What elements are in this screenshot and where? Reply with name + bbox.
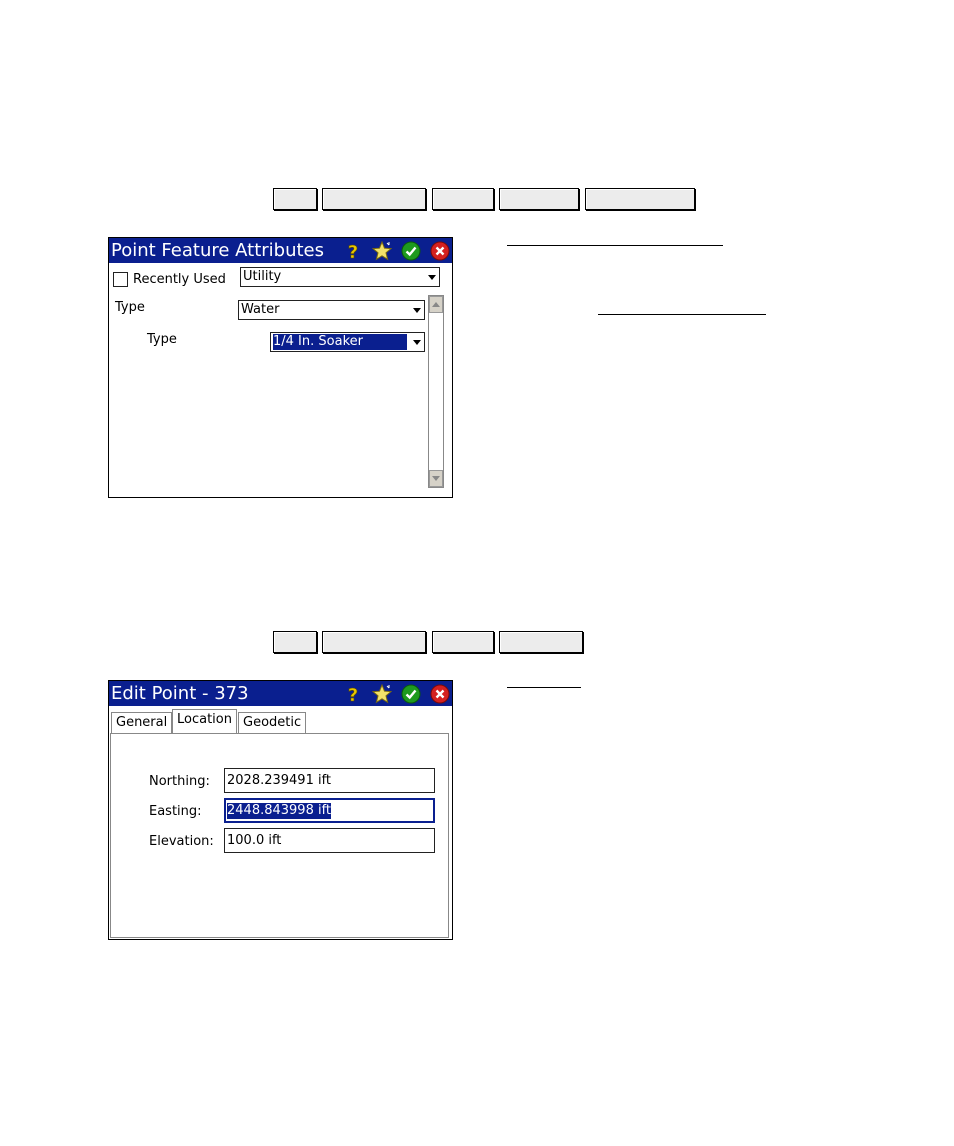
scroll-down-button[interactable] xyxy=(429,470,443,487)
svg-text:?: ? xyxy=(347,242,357,261)
favorite-star-icon[interactable] xyxy=(371,240,392,261)
elevation-field[interactable]: 100.0 ift xyxy=(224,828,435,853)
easting-value: 2448.843998 ift xyxy=(227,803,332,819)
elevation-value: 100.0 ift xyxy=(227,833,282,848)
breadcrumb-button-2[interactable] xyxy=(322,188,426,210)
tab-geodetic[interactable]: Geodetic xyxy=(238,712,307,733)
dialog-title: Edit Point - 373 xyxy=(111,683,249,704)
edit-point-dialog: Edit Point - 373 ? General Location Geod… xyxy=(108,680,453,940)
type-dropdown[interactable]: Water xyxy=(238,300,425,320)
category-dropdown[interactable]: Utility xyxy=(240,267,440,287)
recently-used-checkbox[interactable] xyxy=(113,272,128,287)
scroll-down-icon xyxy=(432,476,440,481)
tab-location-label: Location xyxy=(177,712,232,727)
vertical-scrollbar[interactable] xyxy=(428,295,444,488)
dialog-title: Point Feature Attributes xyxy=(111,240,325,261)
chevron-down-icon xyxy=(413,340,421,345)
dialog-title-bar: Point Feature Attributes ? xyxy=(109,238,452,263)
breadcrumb-button-3[interactable] xyxy=(432,188,494,210)
elevation-label: Elevation: xyxy=(149,834,214,849)
breadcrumb-button-8[interactable] xyxy=(432,631,494,653)
help-icon[interactable]: ? xyxy=(342,683,363,704)
type-label: Type xyxy=(115,300,145,315)
northing-label: Northing: xyxy=(149,774,210,789)
recently-used-label: Recently Used xyxy=(133,272,226,287)
reference-link-3[interactable] xyxy=(507,687,581,688)
point-feature-attributes-dialog: Point Feature Attributes ? Recently Used… xyxy=(108,237,453,498)
easting-field[interactable]: 2448.843998 ift xyxy=(224,798,435,823)
dialog-title-bar: Edit Point - 373 ? xyxy=(109,681,452,706)
breadcrumb-button-5[interactable] xyxy=(585,188,695,210)
ok-check-icon[interactable] xyxy=(400,683,421,704)
tab-geodetic-label: Geodetic xyxy=(243,715,302,730)
breadcrumb-button-9[interactable] xyxy=(499,631,583,653)
northing-value: 2028.239491 ift xyxy=(227,773,332,788)
chevron-down-icon xyxy=(413,308,421,313)
subtype-dropdown[interactable]: 1/4 In. Soaker xyxy=(270,332,425,352)
tab-general-label: General xyxy=(116,715,168,730)
tab-location[interactable]: Location xyxy=(172,709,237,733)
breadcrumb-button-4[interactable] xyxy=(499,188,579,210)
easting-label: Easting: xyxy=(149,804,202,819)
close-x-icon[interactable] xyxy=(429,240,450,261)
chevron-down-icon xyxy=(428,275,436,280)
subtype-label: Type xyxy=(147,332,177,347)
svg-text:?: ? xyxy=(347,685,357,704)
scroll-up-icon xyxy=(432,302,440,307)
reference-link-1[interactable] xyxy=(507,245,723,246)
tab-strip: General Location Geodetic xyxy=(111,709,451,734)
location-tab-panel: Northing: 2028.239491 ift Easting: 2448.… xyxy=(110,733,449,938)
category-value: Utility xyxy=(243,269,282,284)
scroll-up-button[interactable] xyxy=(429,296,443,313)
favorite-star-icon[interactable] xyxy=(371,683,392,704)
subtype-value: 1/4 In. Soaker xyxy=(273,334,407,350)
help-icon[interactable]: ? xyxy=(342,240,363,261)
ok-check-icon[interactable] xyxy=(400,240,421,261)
breadcrumb-button-1[interactable] xyxy=(273,188,317,210)
tab-general[interactable]: General xyxy=(111,712,173,733)
reference-link-2[interactable] xyxy=(598,314,766,315)
breadcrumb-button-7[interactable] xyxy=(322,631,426,653)
close-x-icon[interactable] xyxy=(429,683,450,704)
northing-field[interactable]: 2028.239491 ift xyxy=(224,768,435,793)
type-value: Water xyxy=(241,302,280,317)
breadcrumb-button-6[interactable] xyxy=(273,631,317,653)
